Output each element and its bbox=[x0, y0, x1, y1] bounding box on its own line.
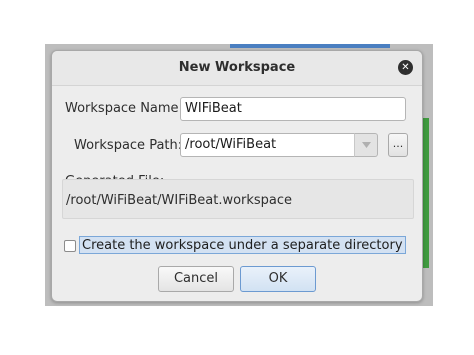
generated-file-box: /root/WiFiBeat/WIFiBeat.workspace bbox=[62, 179, 414, 219]
dialog-titlebar: New Workspace ✕ bbox=[52, 51, 422, 86]
close-icon[interactable]: ✕ bbox=[398, 60, 413, 75]
background-accent-strip bbox=[230, 44, 390, 48]
screen: New Workspace ✕ Workspace Name: WIFiBeat… bbox=[0, 0, 474, 355]
combo-dropdown-button[interactable] bbox=[354, 133, 378, 157]
generated-file-path: /root/WiFiBeat/WIFiBeat.workspace bbox=[66, 193, 293, 208]
ok-button[interactable]: OK bbox=[240, 266, 316, 292]
workspace-path-combo[interactable]: /root/WiFiBeat bbox=[180, 133, 356, 157]
cancel-button[interactable]: Cancel bbox=[158, 266, 234, 292]
workspace-name-label: Workspace Name: bbox=[65, 101, 183, 116]
chevron-down-icon bbox=[362, 142, 371, 148]
new-workspace-dialog: New Workspace ✕ Workspace Name: WIFiBeat… bbox=[51, 50, 423, 302]
workspace-path-label: Workspace Path: bbox=[74, 138, 183, 153]
separate-directory-checkbox[interactable] bbox=[64, 240, 76, 252]
browse-button[interactable]: ... bbox=[388, 133, 408, 157]
workspace-name-input[interactable]: WIFiBeat bbox=[180, 97, 406, 121]
dialog-title: New Workspace bbox=[178, 60, 296, 75]
separate-directory-label[interactable]: Create the workspace under a separate di… bbox=[79, 236, 406, 254]
